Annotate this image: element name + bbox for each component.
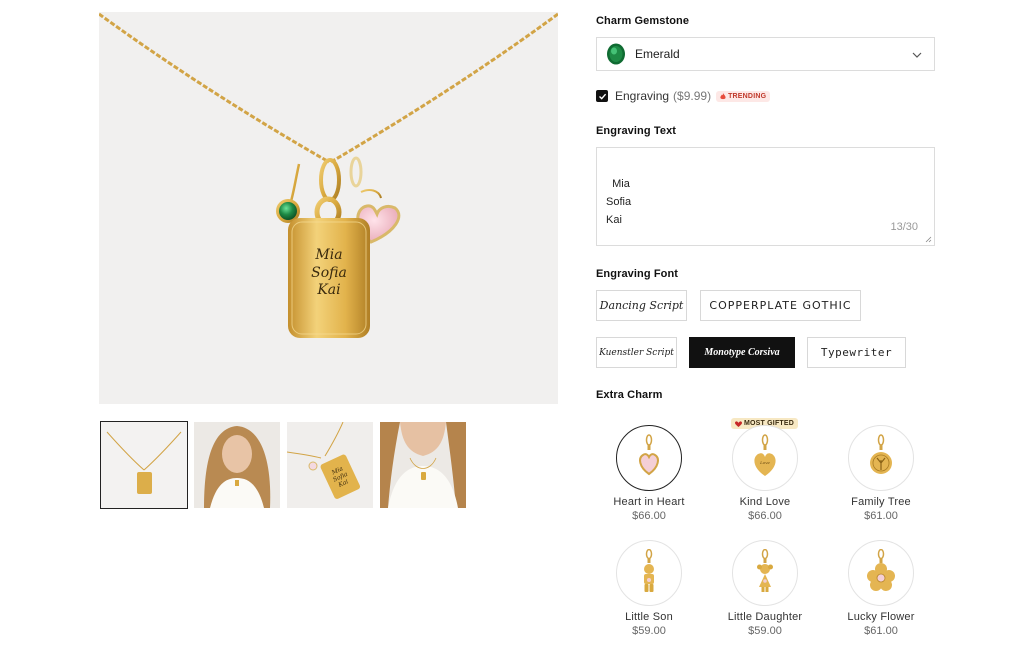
gemstone-selected-value: Emerald [635,47,680,61]
emerald-gem-icon [607,43,625,65]
charm-name: Little Son [625,611,673,623]
charm-image-circle [616,540,682,606]
engraving-label: Engraving [615,89,670,103]
charm-name: Kind Love [739,496,791,508]
thumbnail-model-2[interactable] [380,422,466,508]
extra-charm-title: Extra Charm [596,389,663,401]
charm-kind-love[interactable]: Love Kind Love $66.00 [705,425,825,522]
charm-lucky-flower[interactable]: Lucky Flower $61.00 [821,540,941,637]
charm-image-circle [616,425,682,491]
charm-price: $61.00 [864,510,898,522]
charm-little-son[interactable]: Little Son $59.00 [589,540,709,637]
lucky-flower-charm-icon [867,549,895,591]
little-daughter-charm-icon [757,549,773,592]
charm-heart-in-heart[interactable]: Heart in Heart $66.00 [589,425,709,522]
engraving-text-title: Engraving Text [596,125,677,137]
engraving-font-title: Engraving Font [596,268,679,280]
engraving-option[interactable]: Engraving ($9.99) TRENDING [596,89,771,103]
necklace-angled-thumbnail-image: Mia Sofia Kai [287,422,373,508]
pendant-engraving-line-2: Sofia [311,265,347,281]
model-closeup-thumbnail-image [380,422,466,508]
gemstone-section-title: Charm Gemstone [596,15,690,27]
little-son-charm-icon [644,549,654,592]
thumbnail-model-1[interactable] [194,422,280,508]
necklace-thumbnail-image [101,422,187,508]
charm-image-circle [732,540,798,606]
chevron-down-icon [912,52,922,58]
font-option-typewriter[interactable]: Typewriter [807,337,906,368]
font-option-kuenstler-script[interactable]: Kuenstler Script [596,337,677,368]
charm-image-circle [848,425,914,491]
engraving-price: ($9.99) [673,89,712,103]
charm-name: Family Tree [851,496,911,508]
thumbnail-necklace-angled[interactable]: Mia Sofia Kai [287,422,373,508]
charm-price: $66.00 [632,510,666,522]
charm-family-tree[interactable]: Family Tree $61.00 [821,425,941,522]
fire-icon [720,92,726,99]
font-option-copperplate-gothic[interactable]: COPPERPLATE GOTHIC [700,290,861,321]
model-thumbnail-image [194,422,280,508]
resize-grip-icon[interactable] [925,236,932,243]
engraving-text-input[interactable]: Mia Sofia Kai 13/30 [596,147,935,246]
charm-name: Lucky Flower [847,611,915,623]
charm-price: $59.00 [748,625,782,637]
engraving-checkbox[interactable] [596,90,608,102]
charm-image-circle [848,540,914,606]
trending-badge: TRENDING [716,90,771,102]
charm-price: $66.00 [748,510,782,522]
trending-badge-label: TRENDING [728,92,767,100]
checkmark-icon [598,93,606,100]
font-option-monotype-corsiva[interactable]: Monotype Corsiva [689,337,795,368]
engraving-text-value: Mia Sofia Kai [606,178,632,226]
thumbnail-necklace-flat[interactable] [100,421,188,509]
necklace-image: Mia Sofia Kai [99,12,558,338]
product-main-image[interactable]: Mia Sofia Kai [99,12,558,404]
heart-in-heart-charm-icon [639,434,659,476]
thumbnail-strip: Mia Sofia Kai [100,421,466,509]
charm-little-daughter[interactable]: Little Daughter $59.00 [705,540,825,637]
charm-name: Heart in Heart [613,496,685,508]
family-tree-charm-icon [870,434,892,474]
charm-name: Little Daughter [727,611,803,623]
charm-price: $61.00 [864,625,898,637]
kind-love-charm-icon: Love [754,434,776,476]
font-option-dancing-script[interactable]: Dancing Script [596,290,687,321]
gemstone-select[interactable]: Emerald [596,37,935,71]
pendant-engraving-line-1: Mia [314,247,342,263]
pendant-engraving-line-3: Kai [316,282,340,298]
svg-text:Love: Love [759,460,770,465]
charm-price: $59.00 [632,625,666,637]
charm-image-circle: Love [732,425,798,491]
character-counter: 13/30 [890,221,918,233]
